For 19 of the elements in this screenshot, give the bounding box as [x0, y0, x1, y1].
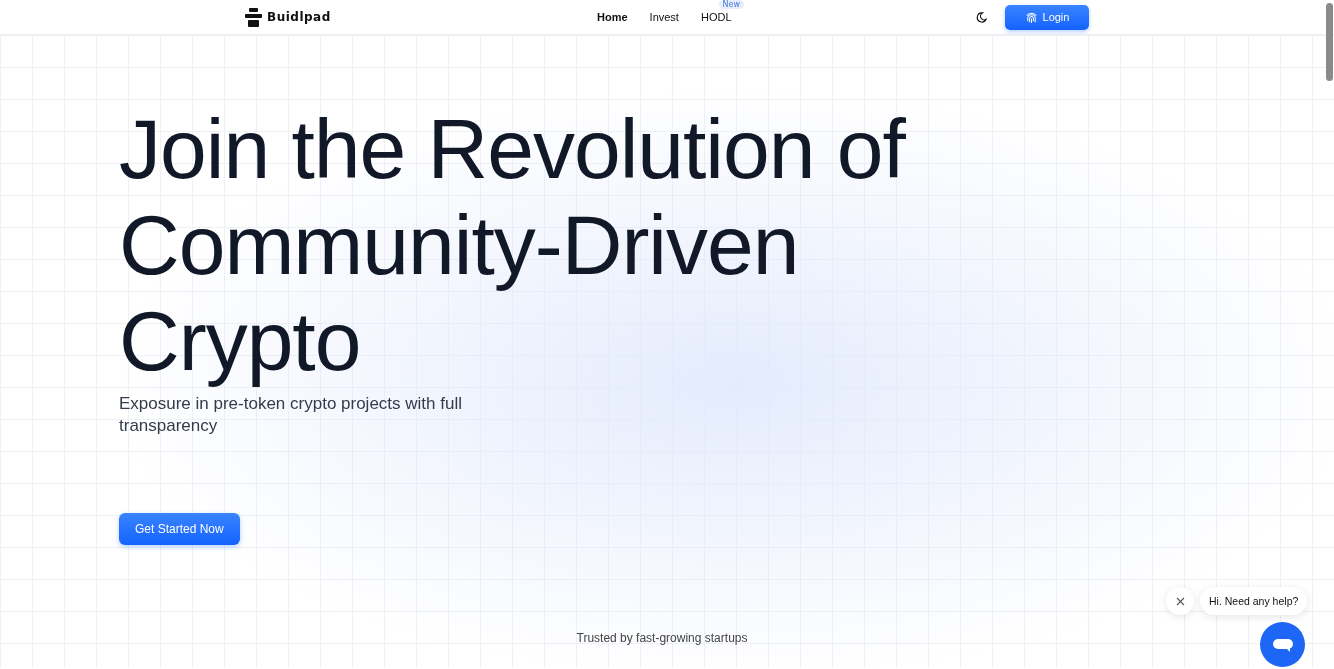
close-button[interactable]: [1166, 587, 1194, 615]
nav-link[interactable]: Invest: [638, 11, 690, 23]
hero-title: Join the Revolution of Community-Driven Crypto: [119, 101, 907, 389]
login-button[interactable]: Login: [1005, 4, 1089, 30]
dark-mode-icon[interactable]: [976, 11, 987, 23]
nav-link[interactable]: HODL: [689, 11, 743, 23]
close-icon: [1175, 596, 1185, 606]
logo-icon: [245, 7, 262, 27]
scrollbar-thumb[interactable]: [1326, 3, 1333, 81]
trusted-text: Trusted by fast-growing startups: [576, 631, 748, 645]
chat-bubble-icon: [1272, 636, 1293, 653]
logo-text: Buidlpad: [267, 10, 331, 24]
get-started-button[interactable]: Get Started Now: [119, 513, 240, 545]
chat-button[interactable]: [1260, 622, 1305, 667]
new-badge: New: [718, 0, 744, 9]
hero-subtitle: Exposure in pre-token crypto projects with full transparency: [119, 393, 463, 437]
chat-message: Hi. Need any help?: [1200, 587, 1308, 615]
fingerprint-icon: [1024, 10, 1038, 24]
nav-link[interactable]: Home: [586, 11, 639, 23]
